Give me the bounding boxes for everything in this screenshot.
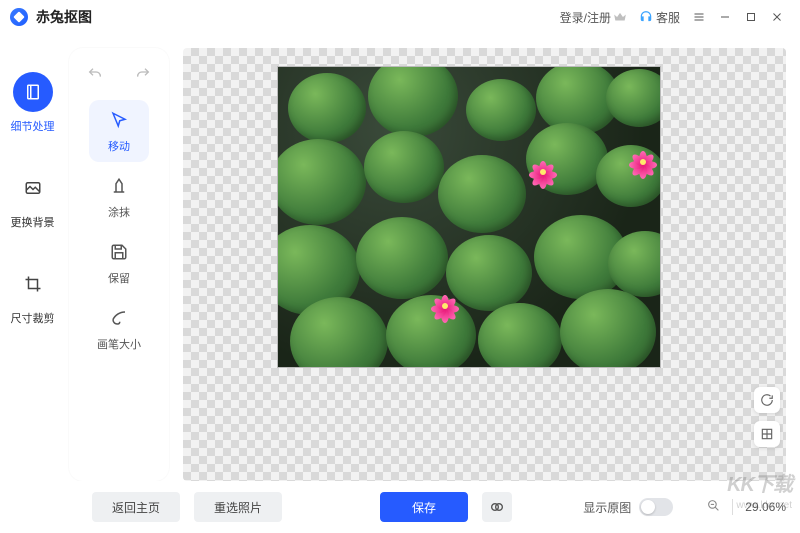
app-title: 赤兔抠图 [36,7,92,27]
cursor-icon [109,110,129,130]
titlebar: 赤兔抠图 登录/注册 客服 [0,0,800,34]
show-original-toggle[interactable] [639,498,673,516]
crop-icon [13,264,53,304]
zoom-group: 29.06% [707,499,786,515]
change-background-icon [13,168,53,208]
tool-panel: 移动 涂抹 保留 画笔大小 [69,48,169,481]
detail-processing-icon [13,72,53,112]
headset-icon [639,10,653,24]
sidebar: 细节处理 更换背景 尺寸裁剪 [0,34,65,481]
rotate-button[interactable] [754,387,780,413]
image-content[interactable] [277,66,661,368]
sidebar-item-label: 更换背景 [11,214,55,230]
tool-keep[interactable]: 保留 [89,232,149,294]
tool-label: 保留 [108,270,130,286]
redo-button[interactable] [131,62,155,86]
compare-button[interactable] [482,492,512,522]
back-home-button[interactable]: 返回主页 [92,492,180,522]
tool-move[interactable]: 移动 [89,100,149,162]
sidebar-item-label: 尺寸裁剪 [11,310,55,326]
login-register-link[interactable]: 登录/注册 [560,9,627,26]
sidebar-item-crop-size[interactable]: 尺寸裁剪 [11,264,55,326]
brush-icon [109,176,129,196]
show-original-label: 显示原图 [583,499,631,516]
sidebar-item-detail-processing[interactable]: 细节处理 [11,72,55,134]
tool-brush-size[interactable]: 画笔大小 [89,298,149,360]
maximize-button[interactable] [738,4,764,30]
sidebar-item-label: 细节处理 [11,118,55,134]
save-disk-icon [109,242,129,262]
show-original-group: 显示原图 [583,498,673,516]
brush-size-icon [109,308,129,328]
canvas-area[interactable] [183,48,786,481]
bottom-bar: 返回主页 重选照片 保存 显示原图 29.06% [0,481,800,533]
tool-smear[interactable]: 涂抹 [89,166,149,228]
tool-label: 涂抹 [108,204,130,220]
zoom-value: 29.06% [745,500,786,514]
app-logo-icon [10,8,28,26]
save-button[interactable]: 保存 [380,492,468,522]
sidebar-item-change-background[interactable]: 更换背景 [11,168,55,230]
zoom-out-button[interactable] [707,499,720,515]
tool-label: 移动 [108,138,130,154]
fit-screen-button[interactable] [754,421,780,447]
reselect-photo-button[interactable]: 重选照片 [194,492,282,522]
minimize-button[interactable] [712,4,738,30]
vip-crown-icon [613,10,627,24]
undo-button[interactable] [83,62,107,86]
tool-label: 画笔大小 [97,336,141,352]
divider [732,499,733,515]
canvas-float-controls [754,387,780,447]
main-area: 细节处理 更换背景 尺寸裁剪 移动 [0,34,800,481]
menu-button[interactable] [686,4,712,30]
support-link[interactable]: 客服 [639,9,680,26]
close-button[interactable] [764,4,790,30]
